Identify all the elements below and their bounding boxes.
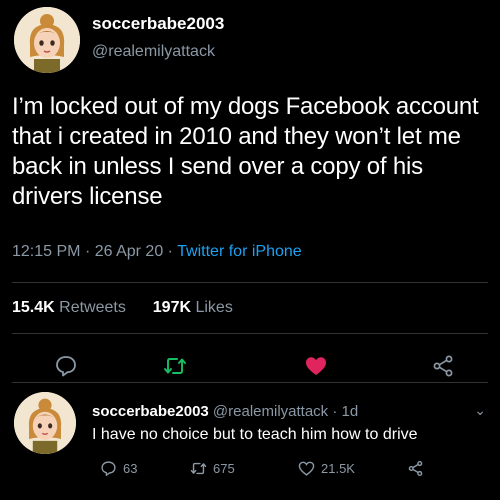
divider <box>12 382 488 383</box>
share-icon <box>408 460 423 476</box>
meta-separator: · <box>84 243 91 260</box>
chevron-down-icon[interactable]: ⌄ <box>474 402 486 419</box>
tweet-stats: 15.4K Retweets 197K Likes <box>12 299 233 317</box>
like-count: 21.5K <box>321 460 355 476</box>
retweet-button[interactable] <box>161 352 189 380</box>
reply-reply-button[interactable]: 63 <box>100 457 137 479</box>
retweet-count: 675 <box>213 460 235 476</box>
meta-separator: · <box>167 243 173 260</box>
avatar[interactable] <box>14 7 80 73</box>
reply-like-button[interactable]: 21.5K <box>298 457 355 479</box>
meta-separator: · <box>332 403 338 420</box>
reply-retweet-button[interactable]: 675 <box>190 457 235 479</box>
reply-share-button[interactable] <box>407 457 424 479</box>
likes-stat[interactable]: 197K Likes <box>153 299 233 316</box>
divider <box>12 282 488 283</box>
tweet-time[interactable]: 12:15 PM <box>12 243 80 260</box>
retweets-stat[interactable]: 15.4K Retweets <box>12 299 130 316</box>
user-handle[interactable]: @realemilyattack <box>92 43 215 61</box>
reply-header: soccerbabe2003 @realemilyattack · 1d <box>92 403 358 420</box>
tweet-date[interactable]: 26 Apr 20 <box>95 243 164 260</box>
heart-outline-icon <box>298 461 315 476</box>
retweet-icon <box>164 358 186 374</box>
reply-avatar[interactable] <box>14 392 76 454</box>
reply-count: 63 <box>123 460 138 476</box>
tweet-source[interactable]: Twitter for iPhone <box>177 243 302 260</box>
share-button[interactable] <box>429 352 457 380</box>
like-button[interactable] <box>302 352 330 380</box>
reply-button[interactable] <box>52 352 80 380</box>
tweet-text: I’m locked out of my dogs Facebook accou… <box>12 93 479 210</box>
share-icon <box>433 355 453 377</box>
like-icon <box>306 357 326 375</box>
reply-icon <box>101 460 116 476</box>
retweets-count: 15.4K <box>12 299 55 316</box>
tweet-meta: 12:15 PM · 26 Apr 20 · Twitter for iPhon… <box>12 243 302 261</box>
display-name[interactable]: soccerbabe2003 <box>92 14 224 34</box>
reply-display-name[interactable]: soccerbabe2003 <box>92 403 209 420</box>
reply-text: I have no choice but to teach him how to… <box>92 426 418 443</box>
reply-icon <box>56 356 76 377</box>
likes-count: 197K <box>152 299 192 316</box>
reply-age[interactable]: 1d <box>342 403 359 420</box>
retweets-label: Retweets <box>59 299 126 316</box>
divider <box>12 333 488 334</box>
avatar-illustration <box>14 392 76 454</box>
avatar-illustration <box>14 7 80 73</box>
likes-label: Likes <box>195 299 233 316</box>
retweet-icon <box>190 462 207 474</box>
reply-handle[interactable]: @realemilyattack <box>213 403 328 420</box>
